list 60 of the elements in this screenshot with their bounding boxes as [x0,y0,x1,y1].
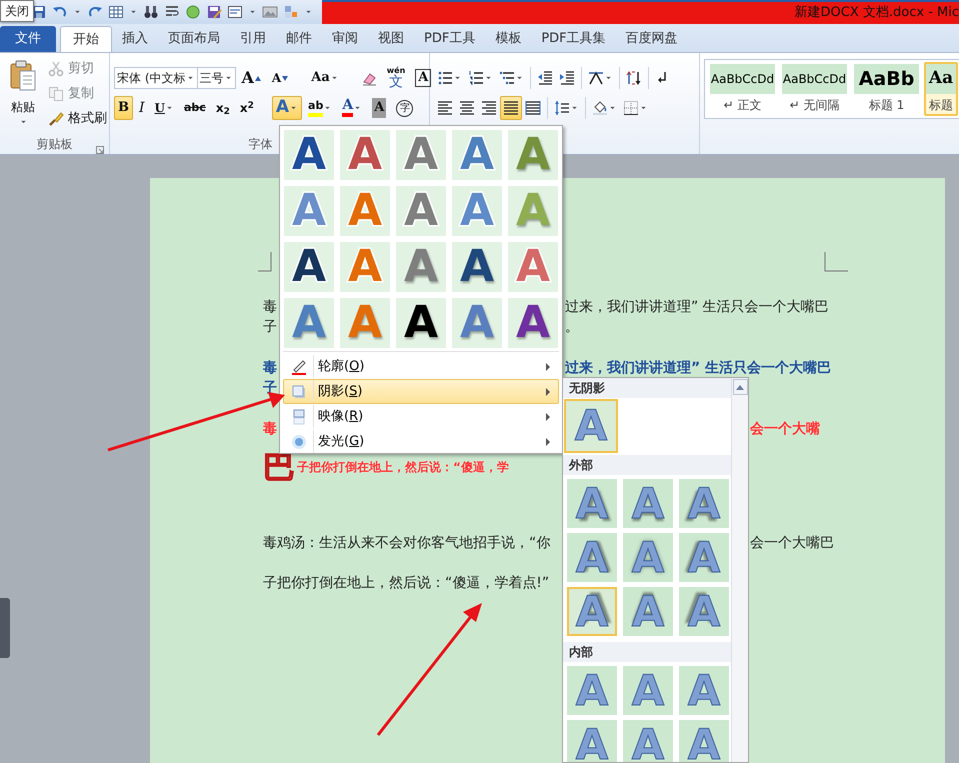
document-text: 子 [263,318,277,336]
document-text: 毒 [263,298,277,316]
document-text: 毒 [263,358,277,378]
strike-button[interactable]: abc [180,96,210,120]
document-text: 过来，我们讲讲道理” 生活只会一个大嘴巴 [565,298,829,316]
highlight-button[interactable]: ab [304,96,336,120]
document-text: 子把你打倒在地上，然后说：“傻逼，学 [297,459,509,476]
group-label: 字体 [248,136,272,153]
ribbon-tab[interactable]: 审阅 [322,26,368,52]
bold-button[interactable]: B [114,96,133,120]
text-effect-tile[interactable]: A [396,298,446,348]
ribbon-tab[interactable]: 引用 [230,26,276,52]
grow-font-button[interactable]: A [238,66,266,90]
ribbon-tab[interactable]: 开始 [60,26,112,52]
italic-button[interactable]: I [135,96,149,120]
ribbon-tab[interactable]: PDF工具 [414,26,486,52]
font-name-field[interactable]: 宋体 (中文标 [114,67,198,89]
brush-button[interactable]: 格式刷 [44,107,111,131]
underline-button[interactable]: U [150,96,178,120]
text-effect-tile[interactable]: A [284,130,334,180]
text-effect-tile[interactable]: A [508,298,558,348]
document-text: 会一个大嘴 [750,420,820,438]
enclose-button[interactable]: 字 [392,96,418,120]
section-header: 外部 [563,455,731,475]
document-text: 毒鸡汤：生活从来不会对你客气地招手说，“你 [263,534,550,552]
window-title: 新建DOCX 文档.docx - Mic [794,4,959,22]
document-text: 毒 [263,420,277,438]
tooltip: 关闭 [0,0,34,22]
ribbon-tab[interactable]: 视图 [368,26,414,52]
font-size-field[interactable]: 三号 [196,67,236,89]
sub-button[interactable]: x$_{2}$ [212,96,234,120]
menu-item[interactable]: 映像(R) [283,404,559,429]
ribbon-tab[interactable]: 插入 [112,26,158,52]
document-text: 。 [565,318,579,336]
section-header: 无阴影 [563,378,731,398]
shrink-font-button[interactable]: A [268,66,294,90]
file-menu-tab[interactable]: 文件 [0,26,56,52]
document-text: 过来，我们讲讲道理” 生活只会一个大嘴巴 [565,358,832,378]
document-text: 子把你打倒在地上，然后说：“傻逼，学着点!” [263,574,550,592]
style-item[interactable]: Aa 标题 [924,62,958,116]
text-effect-tile[interactable]: A [452,242,502,292]
document-text: 会一个大嘴巴 [750,534,834,552]
ribbon-tab[interactable]: 模板 [485,26,532,52]
change-case-button[interactable]: Aa [307,66,343,90]
ribbon-tab[interactable]: 页面布局 [158,26,230,52]
ribbon-tab[interactable]: PDF工具集 [531,26,616,52]
text-effect-tile[interactable]: A [284,242,334,292]
paste-button[interactable]: 粘贴 [4,57,42,131]
menu-item[interactable]: 阴影(S) [283,379,559,404]
ribbon-tab[interactable]: 邮件 [276,26,322,52]
group-label: 剪贴板 [36,136,72,153]
fontcolor-button[interactable]: A [338,96,366,120]
document-text: 子 [263,378,277,398]
effect-button[interactable]: A [272,96,302,120]
menu-item[interactable]: 轮廓(O) [283,354,559,379]
ribbon-tab[interactable]: 百度网盘 [616,26,688,52]
section-header: 内部 [563,642,731,662]
phonetic-guide-button[interactable]: wén 文 [382,66,410,90]
sup-button[interactable]: x$^{2}$ [236,96,258,120]
text-effect-tile[interactable]: A [340,130,390,180]
